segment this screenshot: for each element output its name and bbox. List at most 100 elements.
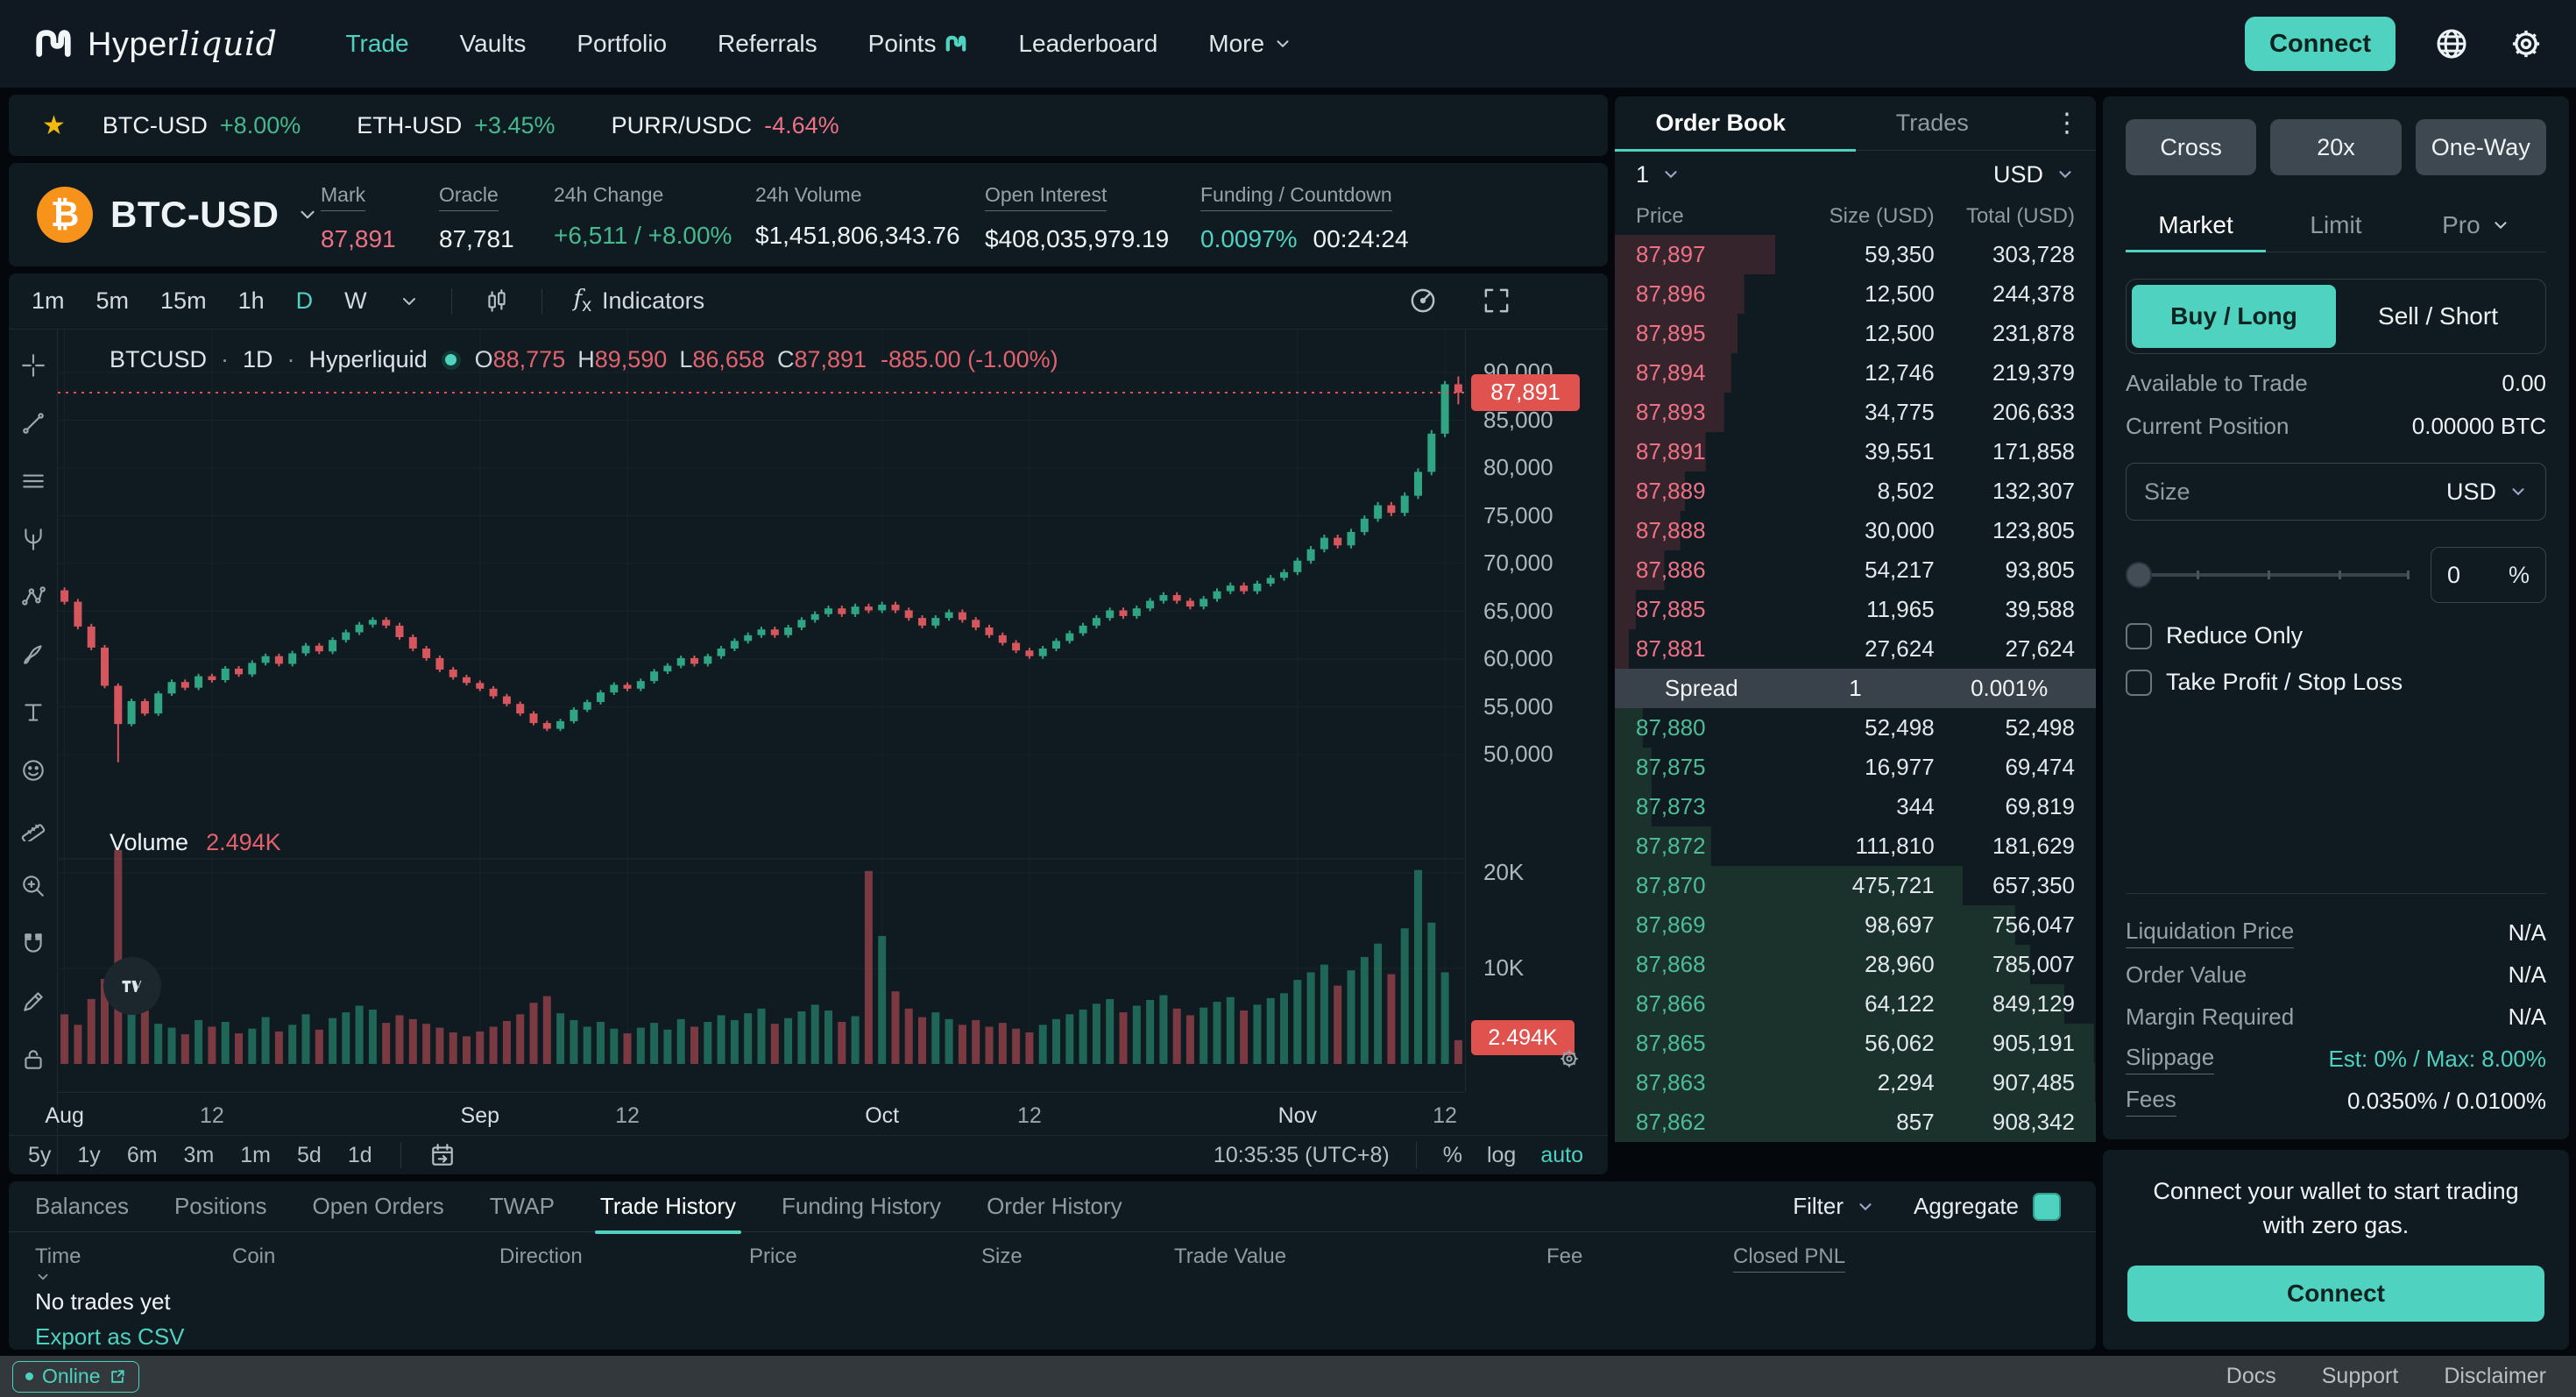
aggregate-toggle[interactable]: Aggregate <box>1914 1192 2061 1221</box>
ask-row[interactable]: 87,896 12,500 244,378 <box>1615 274 2096 314</box>
orderbook-tab-order-book[interactable]: Order Book <box>1615 110 1827 137</box>
price-axis-gear-icon[interactable] <box>1557 1046 1582 1071</box>
pattern-icon[interactable] <box>20 584 46 610</box>
timeframe-1m[interactable]: 1m <box>32 287 65 315</box>
fullscreen-icon[interactable] <box>1482 286 1511 316</box>
orderbook-tab-trades[interactable]: Trades <box>1827 110 2039 137</box>
size-slider[interactable] <box>2126 562 2410 588</box>
indicators-button[interactable]: fx Indicators <box>574 285 705 316</box>
range-1d[interactable]: 1d <box>348 1143 372 1168</box>
connect-wallet-button[interactable]: Connect <box>2127 1266 2544 1323</box>
bid-row[interactable]: 87,863 2,294 907,485 <box>1615 1063 2096 1103</box>
snapshot-camera-icon[interactable] <box>1408 286 1438 316</box>
mode-button-20x[interactable]: 20x <box>2270 119 2402 175</box>
range-5y[interactable]: 5y <box>28 1143 51 1168</box>
brush-icon[interactable] <box>20 642 46 668</box>
language-globe-icon[interactable] <box>2434 26 2469 61</box>
ticker-item-btc-usd[interactable]: BTC-USD +8.00% <box>103 112 301 139</box>
lock-icon[interactable] <box>20 1046 46 1073</box>
bid-row[interactable]: 87,870 475,721 657,350 <box>1615 866 2096 905</box>
summary-label[interactable]: Fees <box>2126 1086 2176 1117</box>
candles-style-icon[interactable] <box>484 288 510 315</box>
settings-gear-icon[interactable] <box>2508 25 2544 62</box>
range-5d[interactable]: 5d <box>297 1143 322 1168</box>
size-input[interactable]: Size USD <box>2126 463 2546 521</box>
asset-selector[interactable]: ₿ BTC-USD <box>37 187 319 243</box>
nav-item-vaults[interactable]: Vaults <box>460 30 527 58</box>
checkbox-row-take-profit-stop-loss[interactable]: Take Profit / Stop Loss <box>2126 669 2546 696</box>
stat-label[interactable]: Funding / Countdown <box>1200 183 1392 211</box>
order-tab-market[interactable]: Market <box>2126 198 2266 252</box>
nav-item-portfolio[interactable]: Portfolio <box>577 30 667 58</box>
history-tab-open-orders[interactable]: Open Orders <box>312 1181 443 1232</box>
footer-link-disclaimer[interactable]: Disclaimer <box>2444 1364 2546 1389</box>
ask-row[interactable]: 87,897 59,350 303,728 <box>1615 235 2096 274</box>
slider-knob[interactable] <box>2126 562 2152 588</box>
range-3m[interactable]: 3m <box>184 1143 215 1168</box>
range-6m[interactable]: 6m <box>127 1143 158 1168</box>
history-tab-trade-history[interactable]: Trade History <box>594 1181 742 1234</box>
ask-row[interactable]: 87,885 11,965 39,588 <box>1615 590 2096 629</box>
footer-link-support[interactable]: Support <box>2322 1364 2399 1389</box>
mode-button-one-way[interactable]: One-Way <box>2415 119 2546 175</box>
history-tab-positions[interactable]: Positions <box>174 1181 267 1232</box>
kebab-menu-icon[interactable]: ⋮ <box>2054 108 2080 138</box>
footer-link-docs[interactable]: Docs <box>2226 1364 2276 1389</box>
ask-row[interactable]: 87,895 12,500 231,878 <box>1615 314 2096 353</box>
bid-row[interactable]: 87,872 111,810 181,629 <box>1615 826 2096 866</box>
checkbox[interactable] <box>2126 622 2152 649</box>
timeframe-1h[interactable]: 1h <box>238 287 265 315</box>
timeframe-5m[interactable]: 5m <box>96 287 130 315</box>
aggregate-checkbox[interactable] <box>2033 1192 2061 1221</box>
nav-item-leaderboard[interactable]: Leaderboard <box>1018 30 1157 58</box>
stat-label[interactable]: Oracle <box>439 183 499 211</box>
crosshair-icon[interactable] <box>20 352 46 379</box>
scale-auto[interactable]: auto <box>1540 1143 1583 1168</box>
column-header-time[interactable]: Time <box>35 1245 81 1285</box>
bid-row[interactable]: 87,862 857 908,342 <box>1615 1103 2096 1142</box>
nav-item-referrals[interactable]: Referrals <box>718 30 817 58</box>
chart-plot-area[interactable] <box>58 330 1465 1092</box>
emoji-icon[interactable] <box>20 757 46 784</box>
time-axis[interactable]: Aug 12 Sep 12 Oct 12 Nov 12 <box>45 1092 1465 1134</box>
ask-row[interactable]: 87,891 39,551 171,858 <box>1615 432 2096 472</box>
nav-item-more[interactable]: More <box>1208 30 1292 58</box>
order-tab-pro[interactable]: Pro <box>2406 198 2546 252</box>
ask-row[interactable]: 87,886 54,217 93,805 <box>1615 550 2096 590</box>
checkbox-row-reduce-only[interactable]: Reduce Only <box>2126 622 2546 649</box>
bid-row[interactable]: 87,865 56,062 905,191 <box>1615 1024 2096 1063</box>
go-to-date-icon[interactable] <box>429 1142 456 1168</box>
ask-row[interactable]: 87,889 8,502 132,307 <box>1615 472 2096 511</box>
price-axis[interactable]: 90,000 85,000 80,000 75,000 70,000 65,000 60,0… <box>1465 330 1608 1092</box>
timeframe-D[interactable]: D <box>296 287 314 315</box>
timeframe-W[interactable]: W <box>344 287 366 315</box>
clock-label[interactable]: 10:35:35 (UTC+8) <box>1214 1143 1390 1168</box>
scale-log[interactable]: log <box>1487 1143 1516 1168</box>
trend-line-icon[interactable] <box>20 410 46 436</box>
zoom-icon[interactable] <box>20 873 46 899</box>
scale-%[interactable]: % <box>1443 1143 1462 1168</box>
text-icon[interactable] <box>20 699 46 726</box>
summary-label[interactable]: Slippage <box>2126 1044 2215 1074</box>
pencil-icon[interactable] <box>20 989 46 1015</box>
history-tab-funding-history[interactable]: Funding History <box>782 1181 941 1232</box>
nav-item-points[interactable]: Points <box>868 30 968 58</box>
bid-row[interactable]: 87,869 98,697 756,047 <box>1615 905 2096 945</box>
buy-long-button[interactable]: Buy / Long <box>2132 285 2336 348</box>
mode-button-cross[interactable]: Cross <box>2126 119 2257 175</box>
magnet-icon[interactable] <box>20 931 46 957</box>
history-tab-order-history[interactable]: Order History <box>987 1181 1122 1232</box>
bid-row[interactable]: 87,875 16,977 69,474 <box>1615 748 2096 787</box>
online-status-badge[interactable]: Online <box>12 1360 140 1393</box>
timeframe-15m[interactable]: 15m <box>160 287 207 315</box>
history-tab-balances[interactable]: Balances <box>35 1181 129 1232</box>
ask-row[interactable]: 87,881 27,624 27,624 <box>1615 629 2096 669</box>
ask-row[interactable]: 87,893 34,775 206,633 <box>1615 393 2096 432</box>
stat-label[interactable]: Open Interest <box>985 183 1108 211</box>
column-header-closed-pnl[interactable]: Closed PNL <box>1733 1245 1846 1273</box>
bid-row[interactable]: 87,866 64,122 849,129 <box>1615 984 2096 1024</box>
connect-button[interactable]: Connect <box>2245 17 2396 71</box>
tradingview-logo[interactable] <box>103 957 161 1015</box>
sell-short-button[interactable]: Sell / Short <box>2336 285 2540 348</box>
history-tab-twap[interactable]: TWAP <box>490 1181 555 1232</box>
